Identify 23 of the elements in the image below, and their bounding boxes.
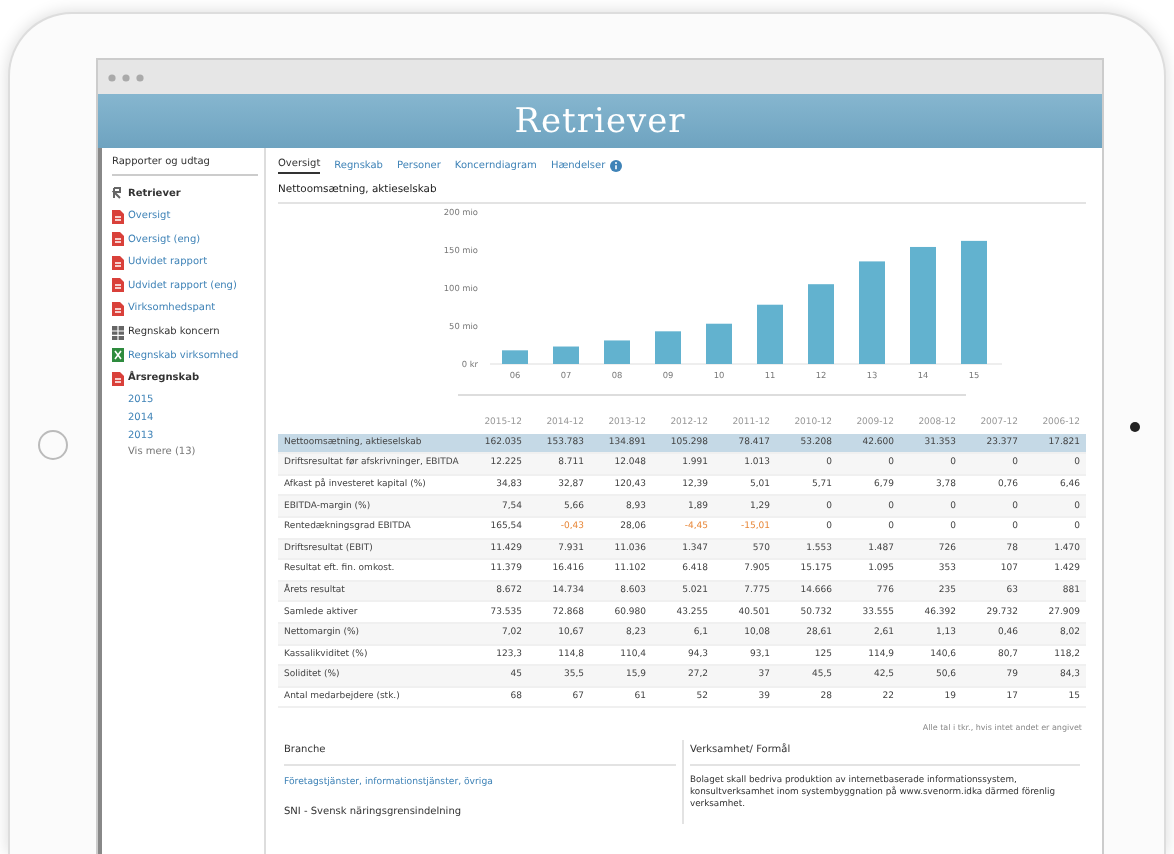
home-button[interactable]	[38, 429, 68, 459]
pdf-file-icon	[112, 278, 124, 293]
camera-icon	[1129, 421, 1139, 431]
spreadsheet-icon	[112, 348, 124, 363]
pdf-file-icon	[112, 209, 124, 224]
bar	[961, 240, 987, 364]
bar	[604, 340, 630, 364]
pdf-file-icon	[112, 371, 124, 386]
bar	[502, 350, 528, 364]
pdf-file-icon	[112, 255, 124, 270]
bar	[757, 304, 783, 364]
bar	[808, 284, 834, 364]
logo: Retriever	[514, 101, 686, 141]
bar	[706, 323, 732, 364]
bar	[655, 331, 681, 364]
pdf-file-icon	[112, 232, 124, 247]
pdf-file-icon	[112, 301, 124, 316]
window-dots-icon	[108, 73, 148, 81]
bar	[553, 346, 579, 364]
spreadsheet-icon	[112, 325, 124, 340]
bar	[859, 261, 885, 364]
bar	[910, 246, 936, 364]
logo-icon	[112, 186, 124, 200]
